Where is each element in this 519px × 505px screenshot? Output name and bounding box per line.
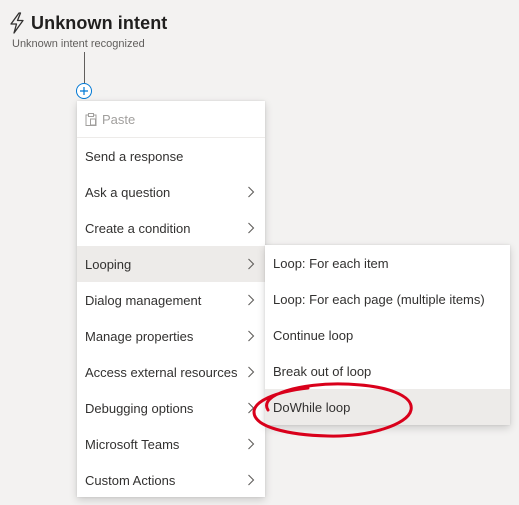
trigger-subtitle: Unknown intent recognized — [12, 38, 145, 50]
menu-item-send-a-response[interactable]: Send a response — [77, 138, 265, 174]
menu-item-looping[interactable]: Looping — [77, 246, 265, 282]
chevron-right-icon — [248, 186, 255, 198]
menu-item-label: Create a condition — [85, 220, 191, 236]
looping-submenu: Loop: For each item Loop: For each page … — [265, 245, 510, 425]
menu-item-label: Dialog management — [85, 292, 202, 308]
chevron-right-icon — [248, 366, 255, 378]
chevron-right-icon — [248, 402, 255, 414]
menu-item-label: Looping — [85, 256, 132, 272]
connector-line — [84, 52, 85, 83]
menu-item-label: Manage properties — [85, 328, 194, 344]
submenu-item-break-out-of-loop[interactable]: Break out of loop — [265, 353, 510, 389]
chevron-right-icon — [248, 258, 255, 270]
menu-item-label: Custom Actions — [85, 472, 176, 488]
menu-item-label: Microsoft Teams — [85, 436, 180, 452]
chevron-right-icon — [248, 222, 255, 234]
menu-item-paste[interactable]: Paste — [77, 101, 265, 137]
menu-item-create-a-condition[interactable]: Create a condition — [77, 210, 265, 246]
submenu-item-loop-for-each-page[interactable]: Loop: For each page (multiple items) — [265, 281, 510, 317]
submenu-item-loop-for-each-item[interactable]: Loop: For each item — [265, 245, 510, 281]
add-action-button[interactable] — [76, 83, 92, 99]
chevron-right-icon — [248, 474, 255, 486]
submenu-item-dowhile-loop[interactable]: DoWhile loop — [265, 389, 510, 425]
menu-item-label: Loop: For each page (multiple items) — [273, 291, 485, 307]
clipboard-icon — [85, 112, 97, 126]
chevron-right-icon — [248, 330, 255, 342]
menu-item-access-external-resources[interactable]: Access external resources — [77, 354, 265, 390]
submenu-item-continue-loop[interactable]: Continue loop — [265, 317, 510, 353]
plus-icon — [80, 87, 88, 95]
menu-item-label: Break out of loop — [273, 363, 372, 379]
menu-item-microsoft-teams[interactable]: Microsoft Teams — [77, 426, 265, 462]
menu-item-ask-a-question[interactable]: Ask a question — [77, 174, 265, 210]
menu-item-debugging-options[interactable]: Debugging options — [77, 390, 265, 426]
menu-item-label: Debugging options — [85, 400, 194, 416]
menu-item-label: Access external resources — [85, 364, 238, 380]
add-action-menu: Paste Send a response Ask a question Cre… — [77, 101, 265, 497]
lightning-bolt-icon — [10, 12, 24, 34]
menu-item-dialog-management[interactable]: Dialog management — [77, 282, 265, 318]
menu-item-label: Ask a question — [85, 184, 171, 200]
menu-item-label: Loop: For each item — [273, 255, 389, 271]
chevron-right-icon — [248, 294, 255, 306]
menu-item-label: Send a response — [85, 148, 184, 164]
menu-item-label: Continue loop — [273, 327, 354, 343]
trigger-title: Unknown intent — [31, 12, 168, 33]
trigger-node[interactable]: Unknown intent Unknown intent recognized — [8, 10, 168, 50]
menu-item-label: Paste — [102, 111, 136, 127]
menu-item-custom-actions[interactable]: Custom Actions — [77, 462, 265, 498]
menu-item-manage-properties[interactable]: Manage properties — [77, 318, 265, 354]
chevron-right-icon — [248, 438, 255, 450]
menu-item-label: DoWhile loop — [273, 399, 351, 415]
